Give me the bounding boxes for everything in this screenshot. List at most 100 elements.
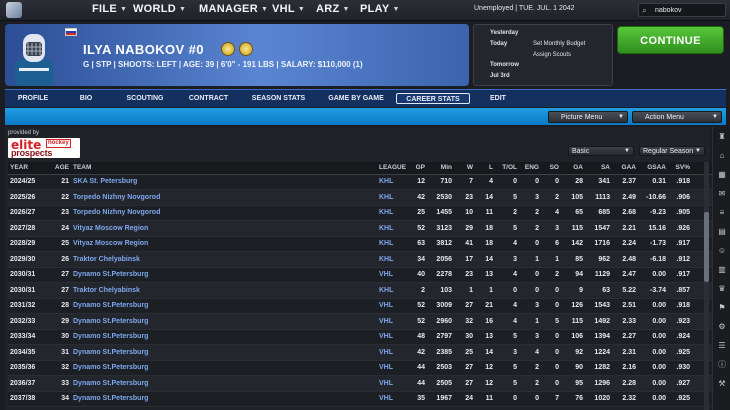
app-logo-icon[interactable] [6,2,22,18]
league-link[interactable]: KHL [377,189,407,206]
table-row[interactable]: 2024/25 21 SKA St. Petersburg KHL 12 710 7 4 0 0 0… [8,174,728,190]
league-link[interactable]: VHL [377,267,407,283]
table-row[interactable]: 2032/33 29 Dynamo St.Petersburg VHL 52 2960 32… [8,313,728,330]
menu-vhl[interactable]: VHL ▼ [272,3,305,15]
menu-manager[interactable]: MANAGER ▼ [199,3,268,15]
table-row[interactable]: 2034/35 31 Dynamo St.Petersburg VHL 42 2385 25… [8,344,728,361]
menu-play[interactable]: PLAY ▼ [360,3,400,15]
menu-arz[interactable]: ARZ ▼ [316,3,350,15]
search-input[interactable] [655,5,723,15]
column-header[interactable]: L [475,162,495,175]
table-scrollbar[interactable] [704,162,709,410]
table-row[interactable]: 2031/32 28 Dynamo St.Petersburg VHL 52 3009 27… [8,298,728,314]
tab-edit[interactable]: EDIT [487,93,509,104]
table-row[interactable]: 2028/29 25 Vityaz Moscow Region KHL 63 3812 41… [8,236,728,252]
goalie-icon[interactable]: ♜ [717,132,727,142]
column-header[interactable]: SO [541,162,561,175]
tab-bio[interactable]: BIO [75,93,97,104]
chart-icon[interactable]: ▥ [717,265,727,275]
player-search[interactable]: ⌕ [638,3,726,17]
league-link[interactable]: KHL [377,282,407,299]
table-row[interactable]: 2025/26 22 Torpedo Nizhny Novgorod KHL 42 253… [8,189,728,206]
continue-button[interactable]: CONTINUE [617,26,724,54]
action-menu-button[interactable]: Action Menu ▼ [632,111,722,123]
team-link[interactable]: Vityaz Moscow Region [71,220,377,237]
league-link[interactable]: KHL [377,205,407,221]
tab-season-stats[interactable]: SEASON STATS [247,93,310,104]
gear-icon[interactable]: ⚙ [717,322,727,332]
stick-icon[interactable]: ⚒ [717,379,727,389]
table-row[interactable]: 2027/28 24 Vityaz Moscow Region KHL 52 3123 29… [8,220,728,237]
column-header[interactable]: T/OL [495,162,519,175]
column-header[interactable]: ENG [519,162,541,175]
people-icon[interactable]: ☺ [717,246,727,256]
table-row[interactable]: 2035/36 32 Dynamo St.Petersburg VHL 44 2503 27… [8,360,728,376]
team-link[interactable]: Torpedo Nizhny Novgorod [71,205,377,221]
league-link[interactable]: VHL [377,360,407,376]
stat-type-select[interactable]: Basic ▼ [568,146,634,156]
league-link[interactable]: VHL [377,344,407,361]
menu-world[interactable]: WORLD ▼ [133,3,186,15]
scrollbar-thumb[interactable] [704,212,709,282]
league-link[interactable]: KHL [377,174,407,190]
team-link[interactable]: Vityaz Moscow Region [71,236,377,252]
table-row[interactable]: 2026/27 23 Torpedo Nizhny Novgorod KHL 25 145… [8,205,728,221]
league-link[interactable]: KHL [377,220,407,237]
tab-scouting[interactable]: SCOUTING [122,93,168,104]
trophy-icon[interactable]: ♛ [717,284,727,294]
calendar-task[interactable]: Assign Scouts [533,52,571,58]
column-header[interactable]: GP [407,162,427,175]
trophy-icon[interactable] [221,42,235,56]
team-link[interactable]: Dynamo St.Petersburg [71,344,377,361]
search-icon[interactable]: ⌕ [642,5,647,16]
team-link[interactable]: Torpedo Nizhny Novgorod [71,189,377,206]
table-row[interactable]: 2037/38 34 Dynamo St.Petersburg VHL 35 1967 24… [8,391,728,407]
column-header[interactable]: YEAR [8,162,49,175]
grid-icon[interactable]: ▤ [717,227,727,237]
league-link[interactable]: VHL [377,391,407,407]
home-icon[interactable]: ⌂ [717,151,727,161]
league-link[interactable]: VHL [377,329,407,345]
league-link[interactable]: VHL [377,313,407,330]
team-link[interactable]: Traktor Chelyabinsk [71,282,377,299]
info-icon[interactable]: ⓘ [717,360,727,370]
league-link[interactable]: VHL [377,298,407,314]
column-header[interactable]: W [454,162,475,175]
team-link[interactable]: Dynamo St.Petersburg [71,329,377,345]
league-link[interactable]: KHL [377,251,407,268]
menu-icon[interactable]: ☰ [717,341,727,351]
trophy-icon[interactable] [239,42,253,56]
table-row[interactable]: 2030/31 27 Dynamo St.Petersburg VHL 40 2278 23… [8,267,728,283]
column-header[interactable]: SV% [668,162,692,175]
team-link[interactable]: SKA St. Petersburg [71,174,377,190]
team-link[interactable]: Dynamo St.Petersburg [71,375,377,392]
league-link[interactable]: VHL [377,375,407,392]
column-header[interactable]: GA [561,162,585,175]
column-header[interactable]: GAA [612,162,638,175]
tab-profile[interactable]: PROFILE [12,93,54,104]
tab-game-by-game[interactable]: GAME BY GAME [326,93,386,104]
column-header[interactable]: TEAM [71,162,377,175]
team-link[interactable]: Traktor Chelyabinsk [71,251,377,268]
team-link[interactable]: Dynamo St.Petersburg [71,313,377,330]
table-row[interactable]: 2030/31 27 Traktor Chelyabinsk KHL 2 103 1 1 0 0 0… [8,282,728,299]
picture-menu-button[interactable]: Picture Menu ▼ [548,111,628,123]
column-header[interactable]: LEAGUE [377,162,407,175]
flag-icon[interactable]: ⚑ [717,303,727,313]
tab-contract[interactable]: CONTRACT [186,93,231,104]
elite-prospects-logo[interactable]: elite hockey prospects [8,138,80,158]
tab-career-stats[interactable]: CAREER STATS [396,93,470,104]
mail-icon[interactable]: ✉ [717,189,727,199]
table-row[interactable]: 2033/34 30 Dynamo St.Petersburg VHL 48 2797 30… [8,329,728,345]
league-link[interactable]: KHL [377,236,407,252]
team-link[interactable]: Dynamo St.Petersburg [71,391,377,407]
table-row[interactable]: 2036/37 33 Dynamo St.Petersburg VHL 44 2505 27… [8,375,728,392]
menu-file[interactable]: FILE ▼ [92,3,127,15]
list-icon[interactable]: ≡ [717,208,727,218]
column-header[interactable]: Min [427,162,454,175]
column-header[interactable]: GSAA [638,162,668,175]
team-link[interactable]: Dynamo St.Petersburg [71,360,377,376]
calendar-task[interactable]: Set Monthly Budget [533,41,585,47]
team-link[interactable]: Dynamo St.Petersburg [71,298,377,314]
calendar-icon[interactable]: ▦ [717,170,727,180]
